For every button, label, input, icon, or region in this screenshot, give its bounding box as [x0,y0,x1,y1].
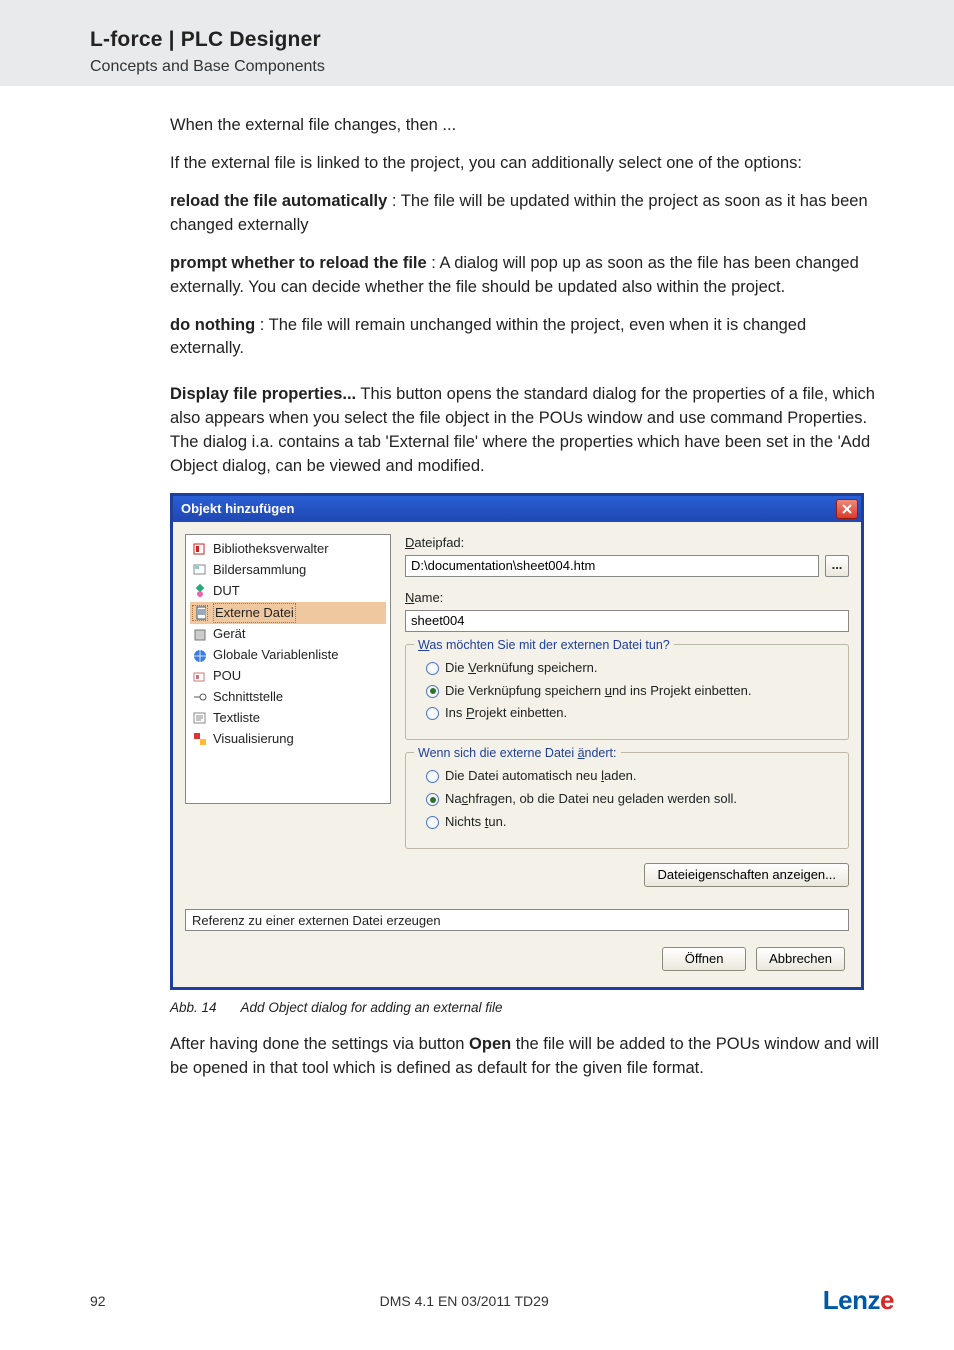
browse-button[interactable]: ... [825,555,849,577]
radio-auto-reload[interactable]: Die Datei automatisch neu laden. [426,767,836,786]
body-content: When the external file changes, then ...… [0,86,954,1081]
list-item[interactable]: DUT [190,581,386,602]
external-file-icon [192,605,208,621]
name-input[interactable] [405,610,849,632]
radio-ask-reload[interactable]: Nachfragen, ob die Datei neu geladen wer… [426,790,836,809]
globals-icon [192,648,208,664]
group-action: Was möchten Sie mit der externen Datei t… [405,644,849,741]
list-item[interactable]: Bildersammlung [190,560,386,581]
para-nothing: do nothing : The file will remain unchan… [170,314,884,362]
list-item-label: POU [213,667,241,686]
radio-icon [426,816,439,829]
caption-number: Abb. 14 [170,998,217,1018]
group-action-legend: Was möchten Sie mit der externen Datei t… [414,636,674,654]
radio-do-nothing[interactable]: Nichts tun. [426,813,836,832]
list-item-label: Globale Variablenliste [213,646,339,665]
list-item[interactable]: Gerät [190,624,386,645]
radio-icon [426,707,439,720]
doc-id: DMS 4.1 EN 03/2011 TD29 [380,1293,549,1309]
list-item-label: Visualisierung [213,730,294,749]
para-options: If the external file is linked to the pr… [170,152,884,176]
radio-label: Die Verknüfung speichern. [445,659,598,678]
radio-save-embed[interactable]: Die Verknüpfung speichern und ins Projek… [426,682,836,701]
list-item-label: Textliste [213,709,260,728]
open-button[interactable]: Öffnen [662,947,746,971]
right-pane: Dateipfad: ... Name: Was möchten Sie mit… [405,534,849,887]
path-label: Dateipfad: [405,534,849,553]
figure-caption: Abb. 14 Add Object dialog for adding an … [170,998,884,1018]
device-icon [192,627,208,643]
radio-label: Die Datei automatisch neu laden. [445,767,637,786]
library-icon [192,541,208,557]
group-onchange: Wenn sich die externe Datei ändert: Die … [405,752,849,849]
dialog-title: Objekt hinzufügen [181,500,294,519]
strong-nothing: do nothing [170,316,255,334]
images-icon [192,562,208,578]
list-item[interactable]: Visualisierung [190,729,386,750]
list-item-label: Externe Datei [213,603,296,624]
page-title: L-force | PLC Designer [90,28,914,52]
list-item-label: Gerät [213,625,246,644]
strong-display-props: Display file properties... [170,385,356,403]
add-object-dialog: Objekt hinzufügen Bibliotheksverwalter B… [170,493,864,990]
radio-icon [426,793,439,806]
lenze-logo: Lenze [823,1285,894,1316]
cancel-button[interactable]: Abbrechen [756,947,845,971]
textlist-icon [192,710,208,726]
strong-open: Open [469,1035,511,1053]
para-after-open: After having done the settings via butto… [170,1033,884,1081]
radio-save-link[interactable]: Die Verknüfung speichern. [426,659,836,678]
para-display-props: Display file properties... This button o… [170,383,884,479]
visualization-icon [192,731,208,747]
radio-icon [426,685,439,698]
list-item[interactable]: Globale Variablenliste [190,645,386,666]
radio-icon [426,770,439,783]
show-file-properties-button[interactable]: Dateieigenschaften anzeigen... [644,863,849,887]
list-item-label: Schnittstelle [213,688,283,707]
dialog-titlebar[interactable]: Objekt hinzufügen [173,496,861,522]
radio-label: Nachfragen, ob die Datei neu geladen wer… [445,790,737,809]
caption-text: Add Object dialog for adding an external… [241,998,503,1018]
para-prompt: prompt whether to reload the file : A di… [170,252,884,300]
dut-icon [192,583,208,599]
radio-label: Nichts tun. [445,813,506,832]
radio-label: Die Verknüpfung speichern und ins Projek… [445,682,751,701]
page-header: L-force | PLC Designer Concepts and Base… [0,0,954,86]
page-number: 92 [90,1293,106,1309]
list-item[interactable]: Schnittstelle [190,687,386,708]
dialog-footer: Öffnen Abbrechen [173,937,861,987]
group-onchange-legend: Wenn sich die externe Datei ändert: [414,744,621,762]
object-type-list[interactable]: Bibliotheksverwalter Bildersammlung DUT … [185,534,391,804]
status-bar: Referenz zu einer externen Datei erzeuge… [185,909,849,931]
page-footer: 92 DMS 4.1 EN 03/2011 TD29 Lenze [0,1285,954,1316]
pou-icon [192,669,208,685]
radio-embed[interactable]: Ins Projekt einbetten. [426,704,836,723]
list-item-selected[interactable]: Externe Datei [190,602,386,625]
para-when: When the external file changes, then ... [170,114,884,138]
text-a: After having done the settings via butto… [170,1035,469,1053]
list-item-label: Bibliotheksverwalter [213,540,329,559]
para-reload: reload the file automatically : The file… [170,190,884,238]
page-subtitle: Concepts and Base Components [90,58,914,76]
radio-icon [426,662,439,675]
interface-icon [192,689,208,705]
close-button[interactable] [836,499,858,519]
name-label: Name: [405,589,849,608]
dialog-figure: Objekt hinzufügen Bibliotheksverwalter B… [170,493,884,990]
list-item[interactable]: Textliste [190,708,386,729]
strong-reload: reload the file automatically [170,192,387,210]
path-input[interactable] [405,555,819,577]
close-icon [841,503,853,515]
list-item-label: Bildersammlung [213,561,306,580]
list-item[interactable]: POU [190,666,386,687]
list-item-label: DUT [213,582,240,601]
radio-label: Ins Projekt einbetten. [445,704,567,723]
props-button-row: Dateieigenschaften anzeigen... [405,863,849,887]
list-item[interactable]: Bibliotheksverwalter [190,539,386,560]
text-nothing: : The file will remain unchanged within … [170,316,806,358]
strong-prompt: prompt whether to reload the file [170,254,427,272]
dialog-body: Bibliotheksverwalter Bildersammlung DUT … [173,522,861,899]
